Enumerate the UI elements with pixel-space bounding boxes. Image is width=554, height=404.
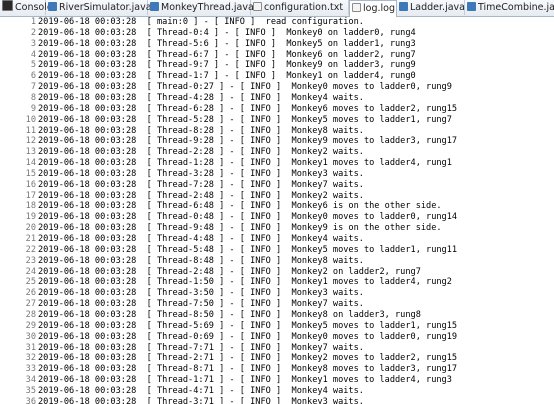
line-number: 2	[30, 27, 36, 38]
log-text: 2019-06-18 00:03:28 [ Thread-0:48 ] - [ …	[38, 212, 458, 223]
tab-label: RiverSimulator.java	[59, 2, 152, 13]
line-number: 34	[25, 375, 36, 386]
editor-tab-bar: Console RiverSimulator.java MonkeyThread…	[0, 0, 554, 17]
log-text: 2019-06-18 00:03:28 [ Thread-3:28 ] - [ …	[38, 168, 364, 179]
line-number: 4	[30, 49, 36, 60]
log-text: 2019-06-18 00:03:28 [ Thread-5:69 ] - [ …	[38, 320, 458, 331]
line-number: 13	[25, 147, 36, 158]
line-number: 35	[25, 385, 36, 396]
line-number: 31	[25, 342, 36, 353]
log-text: 2019-06-18 00:03:28 [ Thread-2:71 ] - [ …	[38, 353, 458, 364]
log-text: 2019-06-18 00:03:28 [ Thread-5:6 ] - [ I…	[38, 38, 416, 49]
log-text: 2019-06-18 00:03:28 [ Thread-8:28 ] - [ …	[38, 125, 364, 136]
tab-label: configuration.txt	[264, 2, 344, 13]
log-text: 2019-06-18 00:03:28 [ Thread-8:48 ] - [ …	[38, 255, 364, 266]
log-text: 2019-06-18 00:03:28 [ Thread-7:71 ] - [ …	[38, 342, 364, 353]
tab-label: log.log	[363, 3, 395, 14]
tab-ladder-java[interactable]: Ladder.java	[397, 0, 465, 15]
line-number: 8	[30, 92, 36, 103]
text-file-icon	[253, 2, 262, 11]
tab-log-log[interactable]: log.log✕	[349, 0, 405, 17]
log-file-icon	[352, 3, 361, 12]
log-text: 2019-06-18 00:03:28 [ Thread-6:7 ] - [ I…	[38, 49, 416, 60]
line-number: 14	[25, 158, 36, 169]
line-number: 9	[30, 103, 36, 114]
line-number: 19	[25, 212, 36, 223]
java-file-icon	[467, 2, 476, 11]
line-number: 10	[25, 114, 36, 125]
line-number: 6	[30, 71, 36, 82]
line-number: 25	[25, 277, 36, 288]
line-number: 28	[25, 309, 36, 320]
line-number: 15	[25, 168, 36, 179]
log-text: 2019-06-18 00:03:28 [ Thread-3:71 ] - [ …	[38, 396, 364, 404]
line-number: 22	[25, 244, 36, 255]
log-text: 2019-06-18 00:03:28 [ Thread-3:50 ] - [ …	[38, 288, 364, 299]
line-number: 12	[25, 136, 36, 147]
log-text: 2019-06-18 00:03:28 [ Thread-6:28 ] - [ …	[38, 103, 458, 114]
log-text: 2019-06-18 00:03:28 [ Thread-9:28 ] - [ …	[38, 136, 458, 147]
log-editor[interactable]: 1 2019-06-18 00:03:28 [ main:0 ] - [ INFO…	[0, 17, 554, 404]
log-text: 2019-06-18 00:03:28 [ Thread-5:48 ] - [ …	[38, 244, 458, 255]
line-number: 7	[30, 82, 36, 93]
line-number: 3	[30, 38, 36, 49]
log-text: 2019-06-18 00:03:28 [ Thread-2:48 ] - [ …	[38, 266, 421, 277]
log-text: 2019-06-18 00:03:28 [ Thread-2:48 ] - [ …	[38, 190, 364, 201]
log-text: 2019-06-18 00:03:28 [ Thread-8:50 ] - [ …	[38, 309, 421, 320]
line-number: 33	[25, 364, 36, 375]
log-text: 2019-06-18 00:03:28 [ Thread-1:71 ] - [ …	[38, 375, 452, 386]
log-text: 2019-06-18 00:03:28 [ Thread-4:71 ] - [ …	[38, 385, 364, 396]
log-text: 2019-06-18 00:03:28 [ Thread-1:28 ] - [ …	[38, 158, 452, 169]
log-text: 2019-06-18 00:03:28 [ Thread-4:48 ] - [ …	[38, 234, 364, 244]
tab-riversimulator-java[interactable]: RiverSimulator.java	[46, 0, 152, 15]
log-text: 2019-06-18 00:03:28 [ Thread-4:28 ] - [ …	[38, 92, 364, 103]
tab-console[interactable]: Console	[0, 0, 53, 15]
log-text: 2019-06-18 00:03:28 [ Thread-2:28 ] - [ …	[38, 147, 364, 158]
log-text: 2019-06-18 00:03:28 [ Thread-7:50 ] - [ …	[38, 299, 364, 310]
tab-label: TimeCombine.java	[478, 2, 554, 13]
java-file-icon	[150, 2, 159, 11]
log-text: 2019-06-18 00:03:28 [ Thread-7:28 ] - [ …	[38, 179, 364, 190]
log-text: 2019-06-18 00:03:28 [ Thread-9:48 ] - [ …	[38, 223, 442, 234]
tab-timecombine-java[interactable]: TimeCombine.java	[465, 0, 554, 15]
line-number: 11	[25, 125, 36, 136]
line-number: 24	[25, 266, 36, 277]
log-text: 2019-06-18 00:03:28 [ Thread-8:71 ] - [ …	[38, 364, 458, 375]
line-number: 18	[25, 201, 36, 212]
log-text: 2019-06-18 00:03:28 [ Thread-9:7 ] - [ I…	[38, 60, 416, 71]
line-number: 26	[25, 288, 36, 299]
line-number: 29	[25, 320, 36, 331]
tab-monkeythread-java[interactable]: MonkeyThread.java	[148, 0, 254, 15]
line-number: 16	[25, 179, 36, 190]
log-text: 2019-06-18 00:03:28 [ Thread-0:4 ] - [ I…	[38, 27, 416, 38]
log-text: 2019-06-18 00:03:28 [ Thread-1:50 ] - [ …	[38, 277, 452, 288]
line-number: 5	[30, 60, 36, 71]
java-file-icon	[48, 2, 57, 11]
tab-configuration-txt[interactable]: configuration.txt	[251, 0, 349, 15]
line-number: 21	[25, 234, 36, 244]
line-number: 32	[25, 353, 36, 364]
log-text: 2019-06-18 00:03:28 [ Thread-0:69 ] - [ …	[38, 331, 458, 342]
java-file-icon	[399, 2, 408, 11]
line-number: 23	[25, 255, 36, 266]
log-text: 2019-06-18 00:03:28 [ Thread-0:27 ] - [ …	[38, 82, 452, 93]
log-text: 2019-06-18 00:03:28 [ Thread-1:7 ] - [ I…	[38, 71, 416, 82]
line-number: 27	[25, 299, 36, 310]
line-number: 30	[25, 331, 36, 342]
line-number: 1	[30, 17, 36, 27]
line-number: 17	[25, 190, 36, 201]
console-icon	[2, 0, 13, 11]
tab-label: Ladder.java	[410, 2, 465, 13]
log-text: 2019-06-18 00:03:28 [ Thread-5:28 ] - [ …	[38, 114, 452, 125]
tab-label: MonkeyThread.java	[161, 2, 254, 13]
line-number: 36	[25, 396, 36, 404]
line-number: 20	[25, 223, 36, 234]
log-text: 2019-06-18 00:03:28 [ main:0 ] - [ INFO …	[38, 17, 364, 27]
log-text: 2019-06-18 00:03:28 [ Thread-6:48 ] - [ …	[38, 201, 442, 212]
